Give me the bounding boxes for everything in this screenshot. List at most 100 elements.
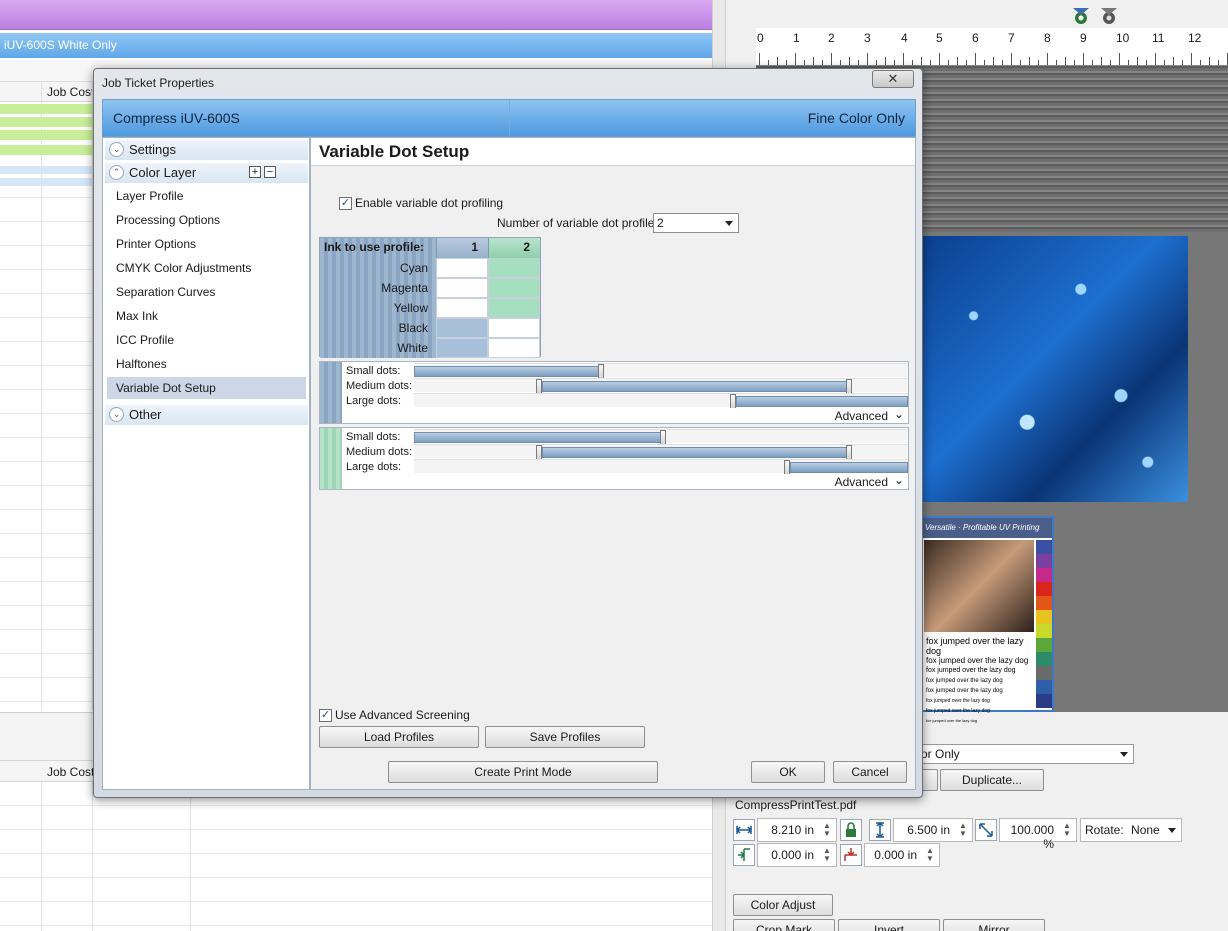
add-layer-icon[interactable]: + bbox=[249, 166, 261, 178]
yellow-profile-1-cell[interactable] bbox=[436, 298, 488, 318]
enable-variable-dot-label: Enable variable dot profiling bbox=[355, 196, 504, 210]
advanced-toggle-1[interactable]: Advanced bbox=[835, 409, 888, 423]
checkbox-checked-icon: ✓ bbox=[339, 196, 352, 210]
large-dots-range[interactable] bbox=[790, 462, 908, 473]
close-button[interactable]: ✕ bbox=[872, 70, 914, 88]
ruler-tick bbox=[957, 57, 958, 65]
portrait-photo bbox=[924, 540, 1034, 632]
load-profiles-button[interactable]: Load Profiles bbox=[319, 726, 479, 748]
water-drops-image[interactable] bbox=[920, 236, 1188, 502]
remove-layer-icon[interactable]: − bbox=[264, 166, 276, 178]
small-dots-max-handle[interactable] bbox=[598, 364, 604, 379]
duplicate-button[interactable]: Duplicate... bbox=[940, 769, 1044, 791]
nav-item-icc-profile[interactable]: ICC Profile bbox=[107, 329, 306, 351]
offset-y-field[interactable]: 0.000 in ▲ ▼ bbox=[864, 843, 940, 867]
medium-dots-max-handle[interactable] bbox=[846, 445, 852, 460]
black-profile-1-cell[interactable] bbox=[436, 318, 488, 338]
nav-section-label: Other bbox=[129, 407, 162, 422]
width-field[interactable]: 8.210 in ▲ ▼ bbox=[757, 818, 837, 842]
hide-image-icon[interactable] bbox=[1097, 4, 1121, 26]
rotate-dropdown[interactable]: Rotate: None bbox=[1080, 818, 1182, 842]
large-dots-track[interactable] bbox=[414, 459, 908, 475]
create-print-mode-button[interactable]: Create Print Mode bbox=[388, 761, 658, 783]
cyan-profile-1-cell[interactable] bbox=[436, 258, 488, 278]
queue-header-bar[interactable] bbox=[0, 0, 712, 30]
invert-button[interactable]: Invert bbox=[838, 919, 940, 931]
nav-section-settings[interactable]: ⌄ Settings bbox=[105, 140, 308, 160]
ruler-number: 6 bbox=[972, 31, 979, 45]
ruler-tick bbox=[912, 60, 913, 65]
medium-dots-track[interactable] bbox=[414, 444, 908, 460]
medium-dots-max-handle[interactable] bbox=[846, 379, 852, 394]
medium-dots-range[interactable] bbox=[542, 381, 848, 392]
small-dots-range[interactable] bbox=[414, 432, 662, 443]
large-dots-track[interactable] bbox=[414, 393, 908, 409]
ruler-tick bbox=[1047, 53, 1048, 65]
small-dots-range[interactable] bbox=[414, 366, 600, 377]
nav-item-layer-profile[interactable]: Layer Profile bbox=[107, 185, 306, 207]
nav-item-halftones[interactable]: Halftones bbox=[107, 353, 306, 375]
ruler-tick bbox=[768, 60, 769, 65]
small-dots-track[interactable] bbox=[414, 429, 908, 445]
table-row[interactable] bbox=[0, 178, 100, 186]
yellow-profile-2-cell[interactable] bbox=[488, 298, 540, 318]
magenta-profile-1-cell[interactable] bbox=[436, 278, 488, 298]
width-spinner-icon[interactable]: ▲ ▼ bbox=[821, 822, 833, 838]
offset-y-spinner-icon[interactable]: ▲ ▼ bbox=[924, 847, 936, 863]
enable-variable-dot-checkbox[interactable]: ✓ Enable variable dot profiling bbox=[339, 196, 503, 210]
use-advanced-screening-checkbox[interactable]: ✓ Use Advanced Screening bbox=[319, 708, 470, 722]
chevron-down-icon[interactable]: ⌄ bbox=[892, 407, 906, 423]
table-row[interactable] bbox=[0, 130, 100, 140]
color-adjust-button[interactable]: Color Adjust bbox=[733, 894, 833, 916]
job-cost-column-header-lower[interactable]: Job Cost bbox=[47, 765, 94, 779]
black-profile-2-cell[interactable] bbox=[488, 318, 540, 338]
height-field[interactable]: 6.500 in ▲ ▼ bbox=[893, 818, 973, 842]
chevron-down-icon[interactable]: ⌄ bbox=[892, 473, 906, 489]
table-row[interactable] bbox=[0, 166, 100, 174]
medium-dots-track[interactable] bbox=[414, 378, 908, 394]
cyan-profile-2-cell[interactable] bbox=[488, 258, 540, 278]
small-dots-max-handle[interactable] bbox=[660, 430, 666, 445]
scale-spinner-icon[interactable]: ▲ ▼ bbox=[1061, 822, 1073, 838]
save-profiles-button[interactable]: Save Profiles bbox=[485, 726, 645, 748]
nav-section-other[interactable]: ⌄ Other bbox=[105, 405, 308, 425]
test-print-page[interactable]: Versatile · Profitable UV Printing fox j… bbox=[920, 516, 1054, 723]
advanced-toggle-2[interactable]: Advanced bbox=[835, 475, 888, 489]
chevron-down-icon: ⌄ bbox=[109, 407, 124, 422]
table-row[interactable] bbox=[0, 117, 100, 127]
large-dots-range[interactable] bbox=[736, 396, 908, 407]
offset-x-field[interactable]: 0.000 in ▲ ▼ bbox=[757, 843, 837, 867]
scale-field[interactable]: 100.000 % ▲ ▼ bbox=[999, 818, 1077, 851]
nav-item-cmyk-color-adjustments[interactable]: CMYK Color Adjustments bbox=[107, 257, 306, 279]
nav-item-variable-dot-setup[interactable]: Variable Dot Setup bbox=[107, 377, 306, 399]
magenta-profile-2-cell[interactable] bbox=[488, 278, 540, 298]
medium-dots-range[interactable] bbox=[542, 447, 848, 458]
table-row[interactable] bbox=[0, 104, 100, 114]
height-spinner-icon[interactable]: ▲ ▼ bbox=[957, 822, 969, 838]
table-row[interactable] bbox=[0, 145, 100, 155]
job-cost-column-header[interactable]: Job Cost bbox=[47, 85, 94, 99]
nav-item-processing-options[interactable]: Processing Options bbox=[107, 209, 306, 231]
cancel-button[interactable]: Cancel bbox=[833, 761, 907, 783]
white-profile-1-cell[interactable] bbox=[436, 338, 488, 358]
offset-x-spinner-icon[interactable]: ▲ ▼ bbox=[821, 847, 833, 863]
job-queue-bar[interactable]: iUV-600S White Only bbox=[0, 33, 712, 58]
lower-job-grid[interactable] bbox=[0, 782, 712, 931]
num-profiles-select[interactable]: 2 bbox=[653, 213, 739, 233]
nav-item-printer-options[interactable]: Printer Options bbox=[107, 233, 306, 255]
white-profile-2-cell[interactable] bbox=[488, 338, 540, 358]
nav-section-color-layer[interactable]: ⌃ Color Layer + − bbox=[105, 163, 308, 183]
dot-profile-2-panel: Small dots: Medium dots: Large dots: bbox=[319, 427, 909, 490]
lock-aspect-icon[interactable] bbox=[840, 819, 862, 841]
content-panel: Variable Dot Setup ✓ Enable variable dot… bbox=[310, 137, 916, 790]
crop-mark-button[interactable]: Crop Mark bbox=[733, 919, 835, 931]
close-icon: ✕ bbox=[887, 71, 899, 86]
ok-button[interactable]: OK bbox=[751, 761, 825, 783]
print-mode-dropdown[interactable]: or Only bbox=[916, 744, 1134, 764]
nav-item-separation-curves[interactable]: Separation Curves bbox=[107, 281, 306, 303]
ruler-tick bbox=[1011, 53, 1012, 65]
nav-item-max-ink[interactable]: Max Ink bbox=[107, 305, 306, 327]
show-image-icon[interactable] bbox=[1069, 4, 1093, 26]
mirror-button[interactable]: Mirror bbox=[943, 919, 1045, 931]
small-dots-track[interactable] bbox=[414, 363, 908, 379]
